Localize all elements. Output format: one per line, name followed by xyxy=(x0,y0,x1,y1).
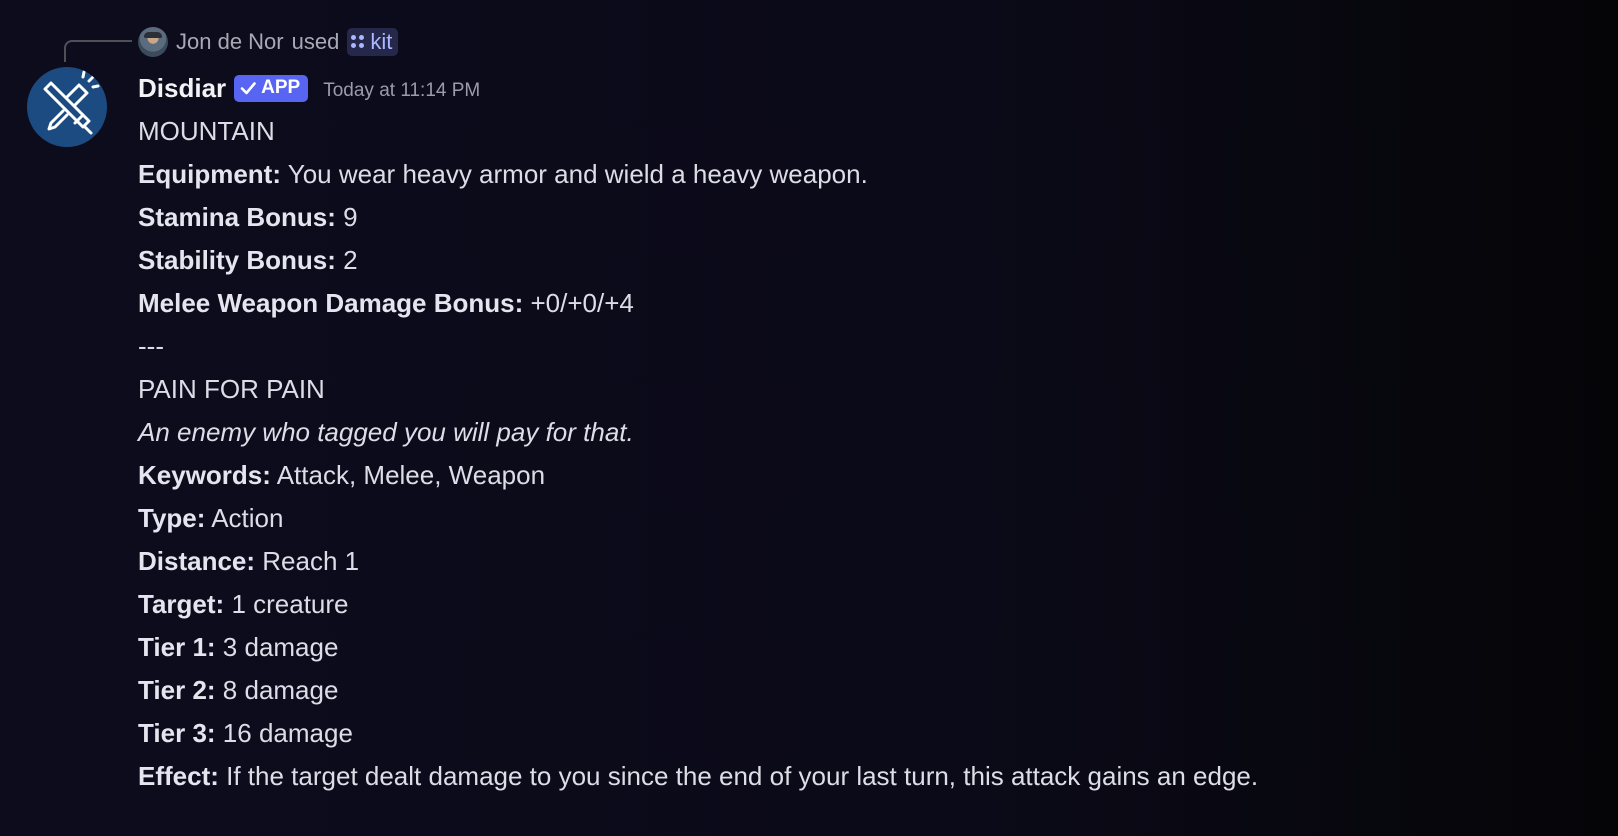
ability-flavor-text: An enemy who tagged you will pay for tha… xyxy=(138,411,1598,454)
message-timestamp[interactable]: Today at 11:14 PM xyxy=(323,80,480,102)
crossed-swords-icon xyxy=(43,70,100,135)
line-label: Type: xyxy=(138,503,206,533)
app-badge-label: APP xyxy=(261,77,301,98)
equipment-line: Equipment: You wear heavy armor and wiel… xyxy=(138,153,1598,196)
effect-line: Effect: If the target dealt damage to yo… xyxy=(138,755,1598,798)
bot-username[interactable]: Disdiar xyxy=(138,73,226,104)
line-label: Distance: xyxy=(138,546,256,576)
checkmark-icon xyxy=(240,82,256,95)
context-action: used xyxy=(291,29,340,54)
line-label: Stability Bonus: xyxy=(138,245,336,275)
ability-name: PAIN FOR PAIN xyxy=(138,368,1598,411)
line-label: Target: xyxy=(138,589,225,619)
line-value: You wear heavy armor and wield a heavy w… xyxy=(287,159,868,189)
target-line: Target: 1 creature xyxy=(138,583,1598,626)
line-label: Equipment: xyxy=(138,159,281,189)
line-value: An enemy who tagged you will pay for tha… xyxy=(138,417,634,447)
line-label: Tier 2: xyxy=(138,675,216,705)
line-value: Action xyxy=(211,503,284,533)
line-value: 2 xyxy=(343,245,358,275)
interaction-context: Jon de Nor used kit xyxy=(138,26,399,58)
line-value: 1 creature xyxy=(231,589,349,619)
tier-2-line: Tier 2: 8 damage xyxy=(138,669,1598,712)
stability-bonus-line: Stability Bonus: 2 xyxy=(138,239,1598,282)
melee-damage-bonus-line: Melee Weapon Damage Bonus: +0/+0/+4 xyxy=(138,282,1598,325)
keywords-line: Keywords: Attack, Melee, Weapon xyxy=(138,454,1598,497)
line-value: 9 xyxy=(343,202,358,232)
line-label: Stamina Bonus: xyxy=(138,202,336,232)
line-value: 3 damage xyxy=(222,632,339,662)
line-value: Reach 1 xyxy=(262,546,360,576)
user-mini-avatar[interactable] xyxy=(138,27,168,57)
line-value: --- xyxy=(138,331,164,361)
message-content: MOUNTAIN Equipment: You wear heavy armor… xyxy=(138,110,1598,798)
tier-3-line: Tier 3: 16 damage xyxy=(138,712,1598,755)
command-name: kit xyxy=(370,28,393,54)
reply-spine xyxy=(64,40,132,62)
tier-1-line: Tier 1: 3 damage xyxy=(138,626,1598,669)
line-value: If the target dealt damage to you since … xyxy=(226,761,1259,791)
line-value: +0/+0/+4 xyxy=(530,288,634,318)
line-value: PAIN FOR PAIN xyxy=(138,374,325,404)
separator-line: --- xyxy=(138,325,1598,368)
distance-line: Distance: Reach 1 xyxy=(138,540,1598,583)
line-label: Tier 3: xyxy=(138,718,216,748)
message-header: Disdiar APP Today at 11:14 PM xyxy=(138,68,480,108)
kit-name: MOUNTAIN xyxy=(138,110,1598,153)
line-value: Attack, Melee, Weapon xyxy=(276,460,546,490)
stamina-bonus-line: Stamina Bonus: 9 xyxy=(138,196,1598,239)
line-value: 8 damage xyxy=(222,675,339,705)
line-value: MOUNTAIN xyxy=(138,116,275,146)
context-username[interactable]: Jon de Nor xyxy=(176,29,284,55)
line-label: Effect: xyxy=(138,761,219,791)
command-chip[interactable]: kit xyxy=(347,28,399,56)
line-value: 16 damage xyxy=(222,718,353,748)
type-line: Type: Action xyxy=(138,497,1598,540)
bot-avatar[interactable] xyxy=(27,67,107,147)
line-label: Tier 1: xyxy=(138,632,216,662)
app-badge: APP xyxy=(234,74,309,102)
app-grid-icon xyxy=(351,35,365,48)
line-label: Melee Weapon Damage Bonus: xyxy=(138,288,524,318)
line-label: Keywords: xyxy=(138,460,271,490)
